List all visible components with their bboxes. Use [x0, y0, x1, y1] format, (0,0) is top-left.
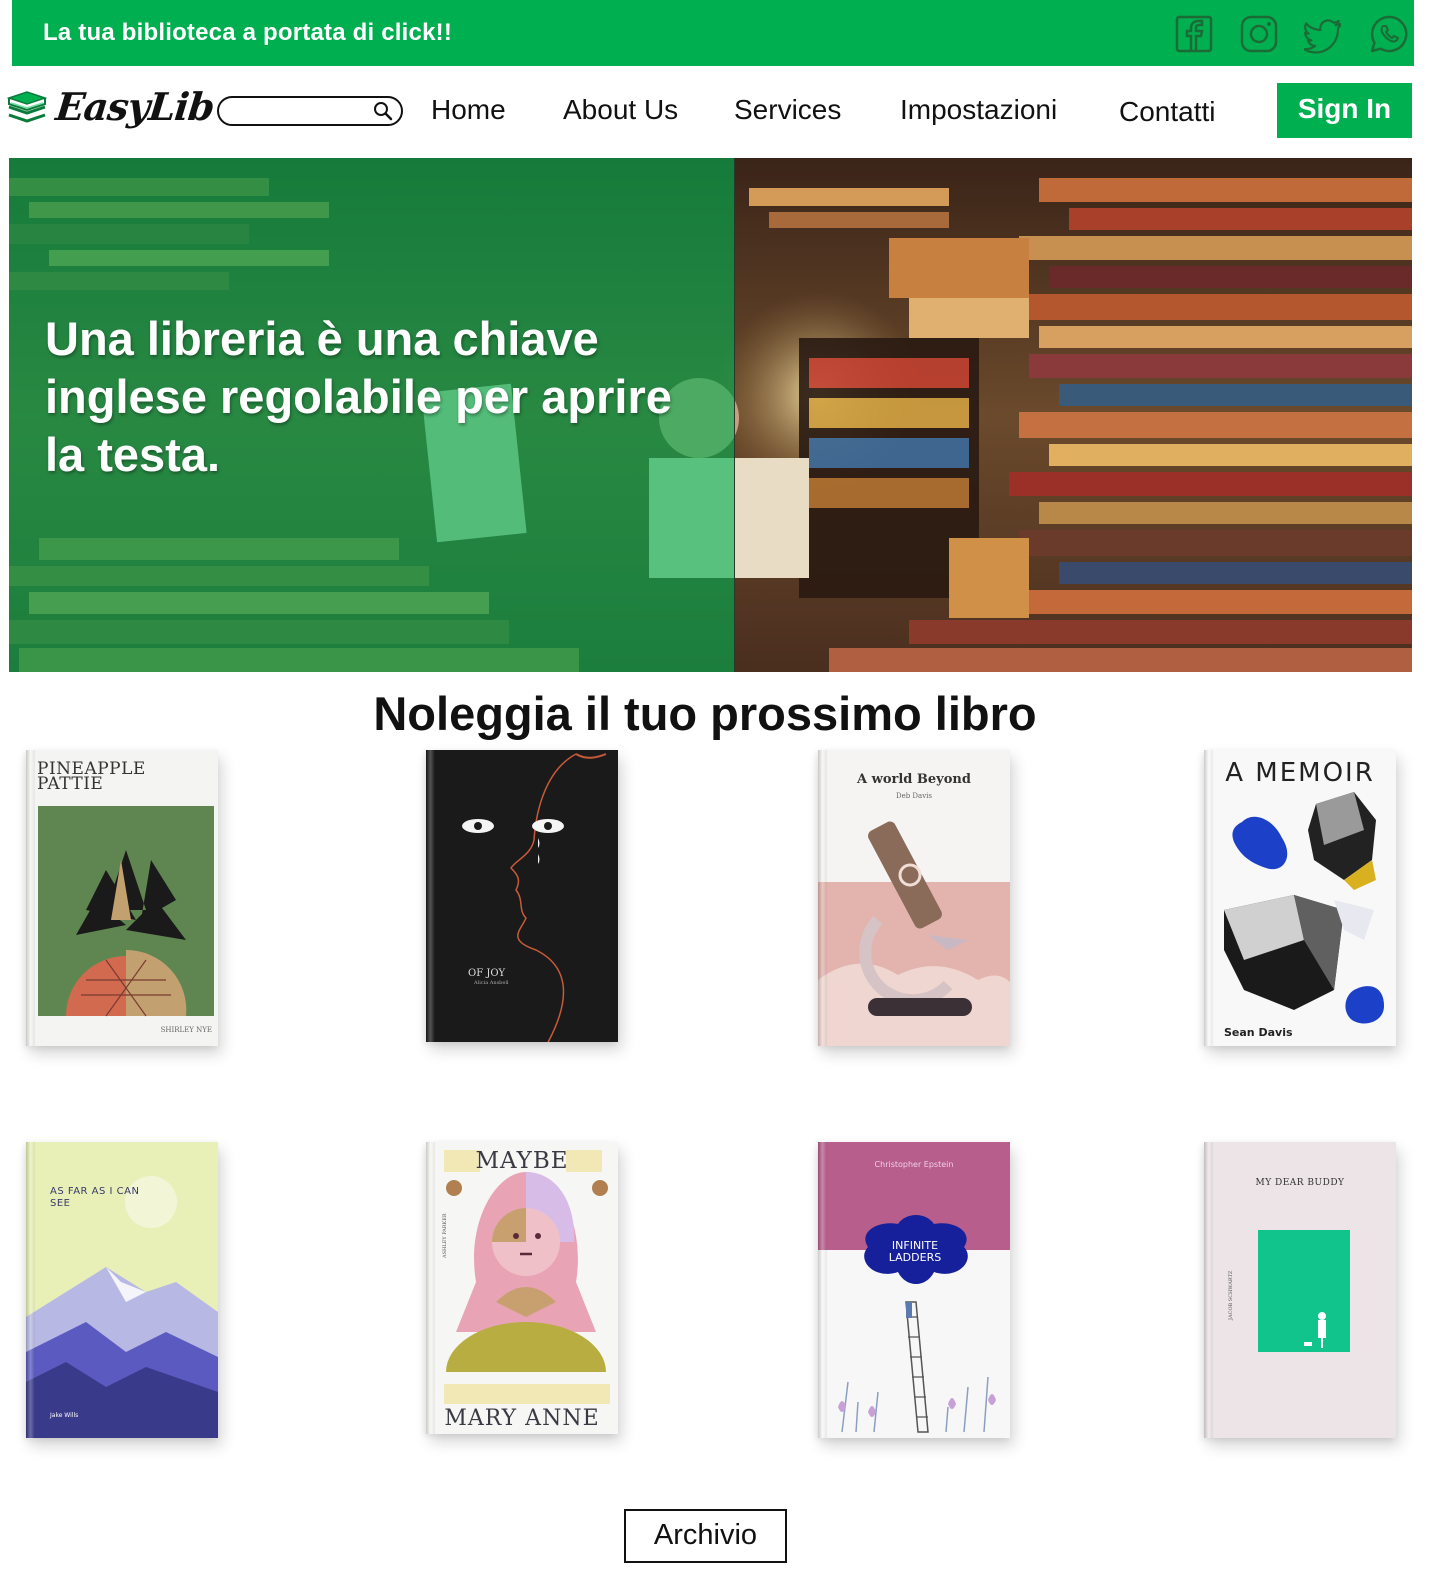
- tagline: La tua biblioteca a portata di click!!: [43, 19, 453, 46]
- book-cover: Christopher Epstein INFINITE LADDERS: [818, 1142, 1010, 1438]
- book-author: Alicia Ansbell: [474, 980, 509, 986]
- search-box: [217, 96, 403, 126]
- book-card-a-memoir[interactable]: A MEMOIR Sean Davis: [1196, 750, 1406, 1050]
- book-cover: OF JOY Alicia Ansbell: [426, 750, 618, 1042]
- book-card-a-world-beyond[interactable]: A world Beyond Deb Davis: [810, 750, 1020, 1050]
- logo[interactable]: EasyLib: [6, 84, 216, 140]
- book-card-of-joy[interactable]: OF JOY Alicia Ansbell: [418, 750, 628, 1050]
- instagram-icon[interactable]: [1239, 14, 1279, 54]
- book-card-as-far-as-i-can-see[interactable]: AS FAR AS I CAN SEE Jake Wills: [18, 1142, 228, 1442]
- nav-link-services[interactable]: Services: [734, 94, 841, 126]
- book-title: AS FAR AS I CAN SEE: [50, 1186, 140, 1209]
- book-spine-author: JACOB SCHWARTZ: [1228, 1270, 1234, 1320]
- book-cover: A world Beyond Deb Davis: [818, 750, 1010, 1046]
- top-banner: La tua biblioteca a portata di click!!: [12, 0, 1414, 66]
- book-title: MAYBE: [475, 1148, 569, 1174]
- nav-link-impostazioni[interactable]: Impostazioni: [900, 94, 1057, 126]
- facebook-icon[interactable]: [1174, 14, 1214, 54]
- book-title: A world Beyond: [857, 772, 971, 787]
- book-card-maybe[interactable]: MAYBE MARY ANNE ASHLEY PARKER: [418, 1142, 628, 1442]
- book-cover: PINEAPPLE PATTIE SHIRLEY NYE: [26, 750, 218, 1046]
- whatsapp-icon[interactable]: [1369, 14, 1409, 54]
- logo-text: EasyLib: [53, 84, 217, 129]
- book-cover: MY DEAR BUDDY JACOB SCHWARTZ: [1204, 1142, 1396, 1438]
- book-title: MY DEAR BUDDY: [1255, 1178, 1345, 1188]
- twitter-icon[interactable]: [1304, 14, 1344, 54]
- book-card-infinite-ladders[interactable]: Christopher Epstein INFINITE LADDERS: [810, 1142, 1020, 1442]
- nav-link-contatti[interactable]: Contatti: [1119, 96, 1216, 128]
- hero-banner: Una libreria è una chiave inglese regola…: [9, 158, 1412, 672]
- book-card-my-dear-buddy[interactable]: MY DEAR BUDDY JACOB SCHWARTZ: [1196, 1142, 1406, 1442]
- archive-button[interactable]: Archivio: [624, 1509, 787, 1563]
- book-author: SHIRLEY NYE: [160, 1026, 212, 1034]
- nav-link-home[interactable]: Home: [431, 94, 506, 126]
- book-cover: AS FAR AS I CAN SEE Jake Wills: [26, 1142, 218, 1438]
- book-author: Sean Davis: [1224, 1026, 1293, 1039]
- book-title: OF JOY: [468, 968, 506, 979]
- section-title: Noleggia il tuo prossimo libro: [373, 687, 1037, 740]
- book-title: INFINITE LADDERS: [888, 1239, 942, 1264]
- books-stack-icon: [6, 91, 48, 123]
- book-title: A MEMOIR: [1225, 758, 1375, 788]
- book-card-pineapple-pattie[interactable]: PINEAPPLE PATTIE SHIRLEY NYE: [18, 750, 228, 1050]
- book-cover: MAYBE MARY ANNE ASHLEY PARKER: [426, 1142, 618, 1434]
- nav-link-about-us[interactable]: About Us: [563, 94, 678, 126]
- book-author: Christopher Epstein: [874, 1160, 954, 1169]
- hero-quote: Una libreria è una chiave inglese regola…: [45, 312, 672, 481]
- sign-in-button[interactable]: Sign In: [1277, 83, 1412, 138]
- book-spine-author: ASHLEY PARKER: [442, 1213, 448, 1258]
- book-author: Jake Wills: [50, 1412, 79, 1419]
- search-icon[interactable]: [373, 101, 393, 121]
- book-title: PINEAPPLE PATTIE: [37, 759, 146, 794]
- book-cover: A MEMOIR Sean Davis: [1204, 750, 1396, 1046]
- book-author: MARY ANNE: [444, 1406, 600, 1431]
- book-author: Deb Davis: [895, 792, 933, 800]
- search-input[interactable]: [231, 101, 371, 121]
